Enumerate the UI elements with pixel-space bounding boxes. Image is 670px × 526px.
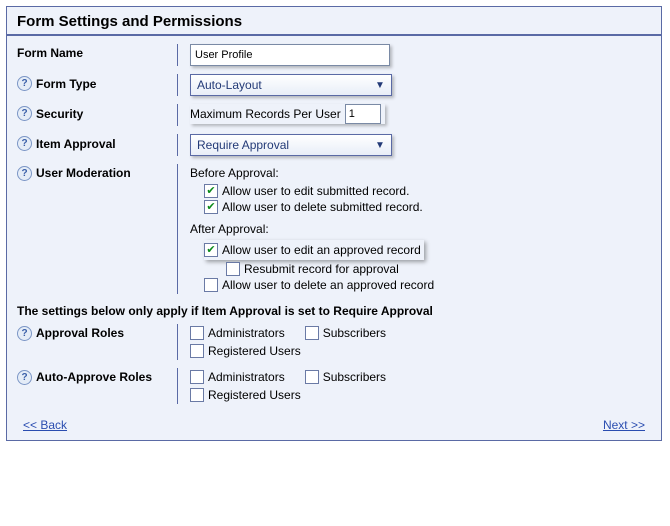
row-item-approval: ? Item Approval Require Approval ▼	[7, 130, 661, 160]
help-icon[interactable]: ?	[17, 136, 32, 151]
checkbox-delete-submitted[interactable]: ✔ Allow user to delete submitted record.	[204, 200, 651, 214]
max-records-input[interactable]	[345, 104, 381, 124]
checkbox-label: Allow user to delete an approved record	[222, 278, 434, 292]
checkbox-label: Registered Users	[208, 344, 301, 358]
value-security: Maximum Records Per User	[177, 104, 651, 126]
checkbox-icon	[190, 344, 204, 358]
row-security: ? Security Maximum Records Per User	[7, 100, 661, 130]
checkbox-resubmit[interactable]: Resubmit record for approval	[226, 262, 651, 276]
form-settings-panel: Form Settings and Permissions Form Name …	[6, 6, 662, 441]
item-approval-select[interactable]: Require Approval ▼	[190, 134, 392, 156]
checkbox-icon	[190, 326, 204, 340]
wizard-footer: << Back Next >>	[7, 408, 661, 440]
label-text: Approval Roles	[36, 326, 124, 340]
label-item-approval: ? Item Approval	[17, 134, 177, 151]
checkbox-icon	[305, 370, 319, 384]
checkbox-role-registered[interactable]: Registered Users	[190, 388, 651, 402]
row-approval-roles: ? Approval Roles Administrators Subscrib…	[7, 320, 661, 364]
form-type-select[interactable]: Auto-Layout ▼	[190, 74, 392, 96]
checkbox-icon	[305, 326, 319, 340]
value-item-approval: Require Approval ▼	[177, 134, 651, 156]
label-text: Form Type	[36, 77, 96, 91]
checkbox-role-administrators[interactable]: Administrators	[190, 326, 285, 340]
label-form-type: ? Form Type	[17, 74, 177, 91]
help-icon[interactable]: ?	[17, 106, 32, 121]
row-user-moderation: ? User Moderation Before Approval: ✔ All…	[7, 160, 661, 298]
checkbox-label: Allow user to edit submitted record.	[222, 184, 409, 198]
label-user-moderation: ? User Moderation	[17, 164, 177, 294]
divider	[7, 34, 661, 36]
chevron-down-icon: ▼	[373, 138, 387, 152]
chevron-down-icon: ▼	[373, 78, 387, 92]
require-approval-note: The settings below only apply if Item Ap…	[7, 298, 661, 320]
checkbox-icon	[226, 262, 240, 276]
label-text: Auto-Approve Roles	[36, 370, 152, 384]
value-approval-roles: Administrators Subscribers Registered Us…	[177, 324, 651, 360]
checkbox-icon	[190, 388, 204, 402]
checkbox-role-subscribers[interactable]: Subscribers	[305, 370, 386, 384]
checkbox-icon	[204, 278, 218, 292]
label-text: Security	[36, 107, 83, 121]
label-text: Form Name	[17, 46, 83, 60]
checkbox-role-subscribers[interactable]: Subscribers	[305, 326, 386, 340]
checkbox-label: Subscribers	[323, 326, 386, 340]
before-approval-heading: Before Approval:	[190, 166, 651, 180]
value-auto-approve-roles: Administrators Subscribers Registered Us…	[177, 368, 651, 404]
max-records-group: Maximum Records Per User	[190, 104, 385, 124]
panel-title: Form Settings and Permissions	[7, 7, 661, 34]
label-text: Item Approval	[36, 137, 116, 151]
help-icon[interactable]: ?	[17, 76, 32, 91]
max-records-label: Maximum Records Per User	[190, 107, 341, 121]
row-auto-approve-roles: ? Auto-Approve Roles Administrators Subs…	[7, 364, 661, 408]
row-form-type: ? Form Type Auto-Layout ▼	[7, 70, 661, 100]
row-form-name: Form Name	[7, 40, 661, 70]
checkbox-label: Allow user to delete submitted record.	[222, 200, 423, 214]
select-value: Auto-Layout	[197, 78, 262, 92]
checkbox-icon: ✔	[204, 184, 218, 198]
help-icon[interactable]: ?	[17, 166, 32, 181]
help-icon[interactable]: ?	[17, 370, 32, 385]
label-auto-approve-roles: ? Auto-Approve Roles	[17, 368, 177, 404]
label-security: ? Security	[17, 104, 177, 121]
checkbox-icon: ✔	[204, 200, 218, 214]
checkbox-icon	[190, 370, 204, 384]
checkbox-label: Subscribers	[323, 370, 386, 384]
checkbox-label: Administrators	[208, 370, 285, 384]
checkbox-label: Administrators	[208, 326, 285, 340]
checkbox-icon: ✔	[204, 243, 218, 257]
checkbox-label: Allow user to edit an approved record	[222, 243, 421, 257]
after-approval-heading: After Approval:	[190, 222, 651, 236]
form-name-input[interactable]	[190, 44, 390, 66]
checkbox-delete-approved[interactable]: Allow user to delete an approved record	[204, 278, 651, 292]
checkbox-label: Registered Users	[208, 388, 301, 402]
checkbox-edit-submitted[interactable]: ✔ Allow user to edit submitted record.	[204, 184, 651, 198]
highlighted-row: ✔ Allow user to edit an approved record	[204, 240, 424, 260]
back-link[interactable]: << Back	[23, 418, 67, 432]
value-form-type: Auto-Layout ▼	[177, 74, 651, 96]
help-icon[interactable]: ?	[17, 326, 32, 341]
checkbox-role-administrators[interactable]: Administrators	[190, 370, 285, 384]
checkbox-label: Resubmit record for approval	[244, 262, 399, 276]
value-form-name	[177, 44, 651, 66]
label-text: User Moderation	[36, 166, 131, 180]
label-form-name: Form Name	[17, 44, 177, 60]
checkbox-edit-approved[interactable]: ✔ Allow user to edit an approved record	[204, 243, 421, 257]
select-value: Require Approval	[197, 138, 289, 152]
label-approval-roles: ? Approval Roles	[17, 324, 177, 360]
next-link[interactable]: Next >>	[603, 418, 645, 432]
checkbox-role-registered[interactable]: Registered Users	[190, 344, 651, 358]
value-user-moderation: Before Approval: ✔ Allow user to edit su…	[177, 164, 651, 294]
